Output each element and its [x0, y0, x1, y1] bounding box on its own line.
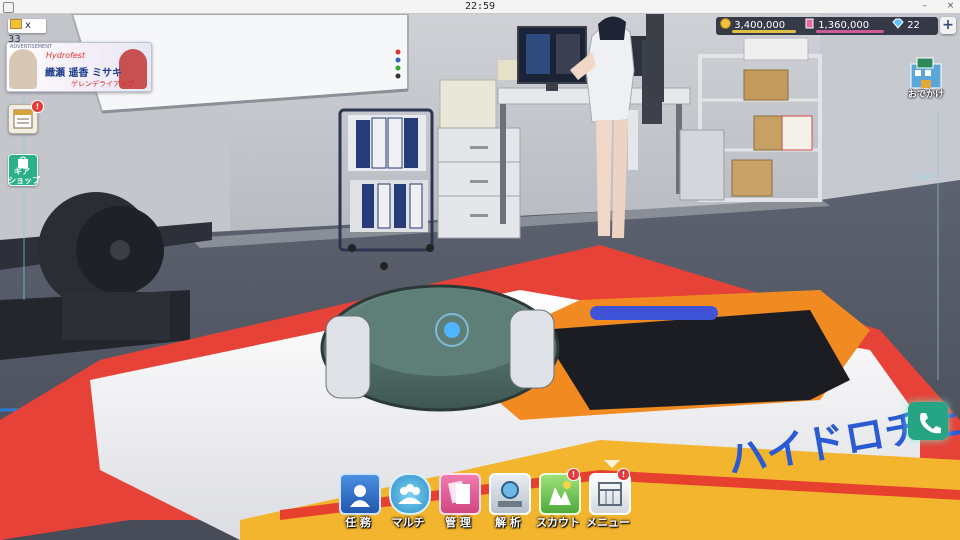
gem-amount: 22	[907, 20, 920, 31]
menu-badge: !	[617, 468, 630, 481]
ticket-resource: 1,360,000	[804, 17, 884, 35]
menu-mission[interactable]: 任 務	[334, 470, 382, 538]
menu-mission-label: 任 務	[345, 516, 371, 529]
menu-main[interactable]: ! メニュー	[584, 468, 632, 538]
menu-scout-label: スカウト	[536, 516, 580, 529]
analysis-icon	[489, 473, 531, 515]
gem-icon	[892, 18, 904, 29]
gold-resource: 3,400,000	[720, 17, 796, 35]
banner-character-left	[9, 49, 37, 89]
coin-icon	[720, 18, 731, 29]
menu-manage-label: 管 理	[445, 516, 471, 529]
calendar-button[interactable]: !	[8, 100, 44, 134]
menu-multi-label: マルチ	[391, 516, 425, 529]
mission-icon	[339, 473, 381, 515]
ticket-counter[interactable]: x 33	[8, 19, 46, 45]
phone-button[interactable]	[908, 402, 948, 440]
resource-bar: 3,400,000 1,360,000 22	[716, 17, 938, 35]
menu-scout[interactable]: ! スカウト	[534, 468, 582, 538]
outing-button[interactable]: おでかけ	[901, 56, 951, 100]
clock: 22:59	[464, 1, 496, 12]
manage-icon	[439, 473, 481, 515]
menu-main-label: メニュー	[586, 516, 630, 529]
calendar-badge: !	[31, 100, 44, 113]
menu-analysis[interactable]: 解 析	[484, 470, 532, 538]
gem-resource: 22	[892, 17, 932, 35]
event-banner[interactable]: ADVERTISEMENT Hydrofest 織瀬 遥香 ミサキ ゲレンデライ…	[6, 42, 152, 92]
close-icon[interactable]: ×	[946, 2, 955, 11]
multi-icon	[389, 473, 431, 515]
pink-ticket-icon	[805, 18, 814, 29]
phone-icon	[920, 413, 941, 434]
outing-label: おでかけ	[907, 90, 944, 100]
gear-shop-label: ギア ショップ	[8, 167, 40, 185]
minimize-icon[interactable]: –	[920, 2, 929, 11]
menu-multi[interactable]: マルチ	[384, 470, 432, 538]
window-title-bar: 22:59 – ×	[0, 0, 960, 14]
banner-subtitle: ゲレンデライアップ	[71, 80, 134, 88]
building-icon	[910, 57, 942, 89]
add-gems-button[interactable]: +	[940, 17, 956, 34]
banner-tag: Hydrofest	[46, 51, 86, 60]
ticket-icon	[10, 19, 22, 29]
scout-badge: !	[567, 468, 580, 481]
menu-manage[interactable]: 管 理	[434, 470, 482, 538]
menu-analysis-label: 解 析	[495, 516, 521, 529]
bottom-menu: 任 務 マルチ 管 理 解 析 ! スカウト ! メニュー	[334, 468, 631, 540]
banner-small-text: ADVERTISEMENT	[10, 44, 53, 50]
banner-title: 織瀬 遥香 ミサキ	[45, 68, 122, 79]
side-indicator-number: 168	[914, 172, 933, 183]
